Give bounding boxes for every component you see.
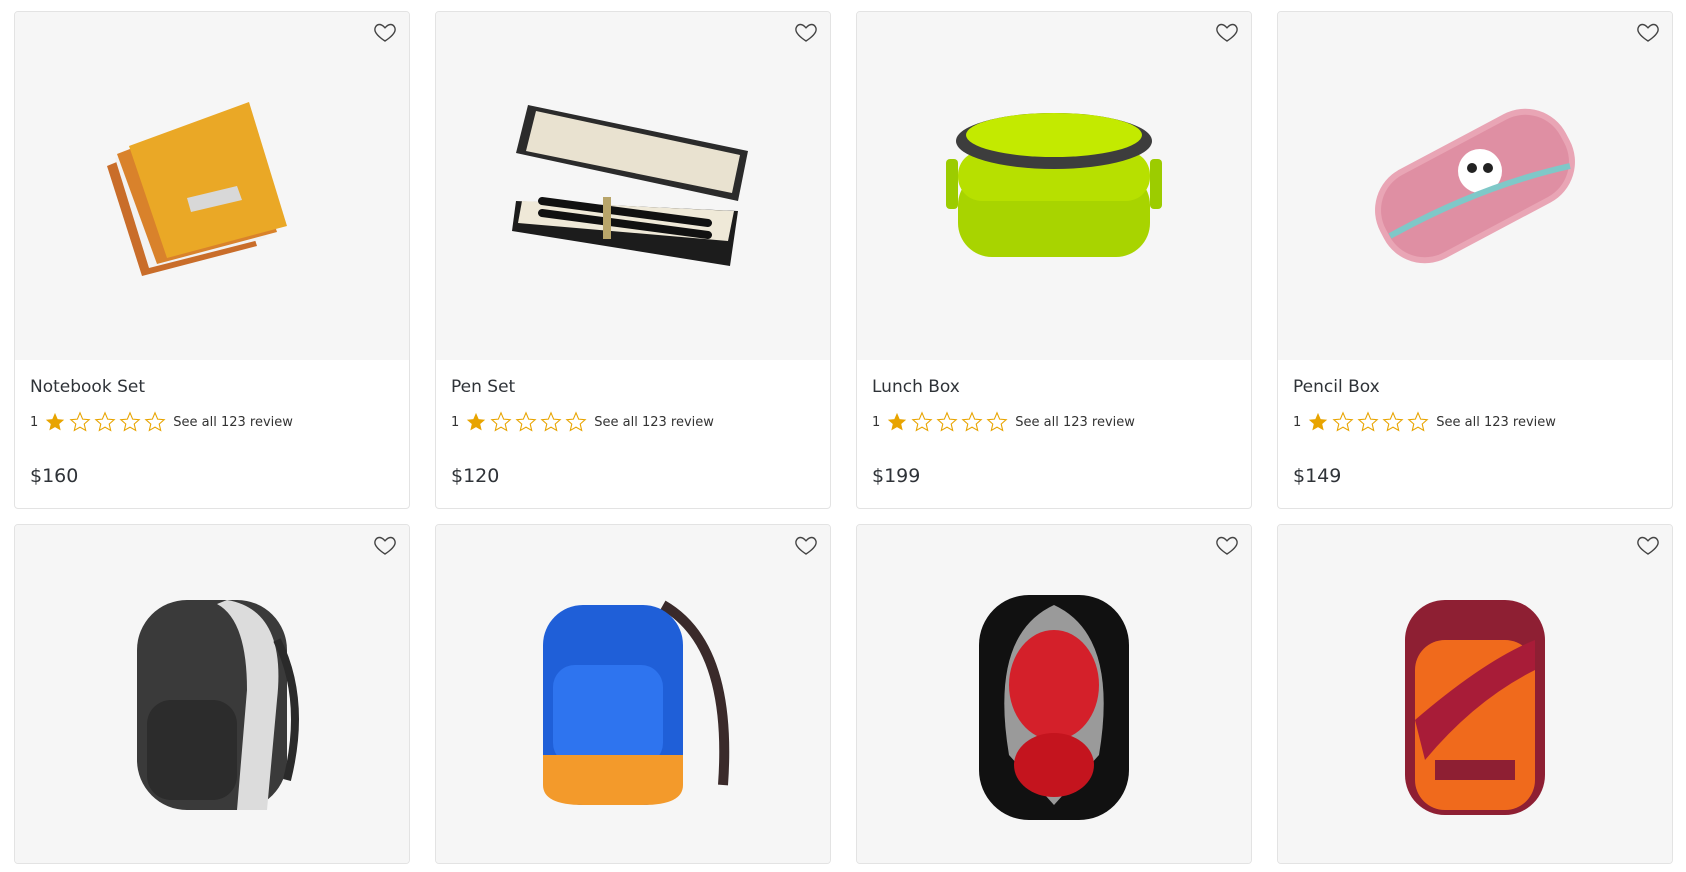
star-outline-icon [1332,411,1354,432]
gray-backpack-image [137,600,299,810]
star-outline-icon [961,411,983,432]
product-card[interactable] [1277,524,1673,864]
red-black-backpack-image [979,595,1129,820]
product-card[interactable]: Lunch Box 1 See all 123 review $199 [856,11,1252,509]
product-card[interactable] [856,524,1252,864]
star-outline-icon [94,411,116,432]
see-reviews-link[interactable]: See all 123 review [1436,415,1556,430]
product-card[interactable]: Pencil Box 1 See all 123 review $149 [1277,11,1673,509]
product-image-area[interactable] [857,525,1251,863]
lunch-box-image [946,113,1162,257]
product-price: $120 [451,465,500,487]
star-outline-icon [119,411,141,432]
pencil-box-image [1375,108,1575,264]
wishlist-heart-icon[interactable] [1636,20,1660,44]
notebook-image [107,102,287,276]
see-reviews-link[interactable]: See all 123 review [1015,415,1135,430]
wishlist-heart-icon[interactable] [1636,533,1660,557]
product-name[interactable]: Pen Set [451,360,815,402]
star-outline-icon [911,411,933,432]
product-image-area[interactable] [857,12,1251,360]
product-image-area[interactable] [15,12,409,360]
product-image-area[interactable] [436,525,830,863]
product-rating: 1 See all 123 review [1293,407,1657,437]
rating-value: 1 [1293,414,1302,430]
orange-backpack-image [1405,600,1545,815]
star-filled-icon [467,412,486,431]
product-image-area[interactable] [1278,12,1672,360]
star-outline-icon [1382,411,1404,432]
star-outline-icon [936,411,958,432]
product-card[interactable] [435,524,831,864]
star-outline-icon [144,411,166,432]
rating-value: 1 [872,414,881,430]
wishlist-heart-icon[interactable] [1215,533,1239,557]
see-reviews-link[interactable]: See all 123 review [594,415,714,430]
star-filled-icon [888,412,907,431]
wishlist-heart-icon[interactable] [373,20,397,44]
product-card[interactable]: Pen Set 1 See all 123 review $120 [435,11,831,509]
product-image-area[interactable] [1278,525,1672,863]
wishlist-heart-icon[interactable] [373,533,397,557]
wishlist-heart-icon[interactable] [794,20,818,44]
product-image-area[interactable] [436,12,830,360]
rating-value: 1 [451,414,460,430]
star-filled-icon [46,412,65,431]
star-outline-icon [986,411,1008,432]
star-filled-icon [1309,412,1328,431]
product-card[interactable] [14,524,410,864]
see-reviews-link[interactable]: See all 123 review [173,415,293,430]
blue-backpack-image [543,600,730,805]
product-image-area[interactable] [15,525,409,863]
star-outline-icon [490,411,512,432]
star-outline-icon [69,411,91,432]
product-rating: 1 See all 123 review [872,407,1236,437]
star-outline-icon [1357,411,1379,432]
product-name[interactable]: Pencil Box [1293,360,1657,402]
pen-set-image [512,105,748,266]
wishlist-heart-icon[interactable] [1215,20,1239,44]
star-outline-icon [540,411,562,432]
rating-value: 1 [30,414,39,430]
product-rating: 1 See all 123 review [451,407,815,437]
star-outline-icon [1407,411,1429,432]
product-card[interactable]: Notebook Set 1 See all 123 review $160 [14,11,410,509]
star-outline-icon [565,411,587,432]
product-name[interactable]: Notebook Set [30,360,394,402]
wishlist-heart-icon[interactable] [794,533,818,557]
product-price: $149 [1293,465,1342,487]
star-outline-icon [515,411,537,432]
product-rating: 1 See all 123 review [30,407,394,437]
product-name[interactable]: Lunch Box [872,360,1236,402]
product-price: $160 [30,465,79,487]
product-price: $199 [872,465,921,487]
